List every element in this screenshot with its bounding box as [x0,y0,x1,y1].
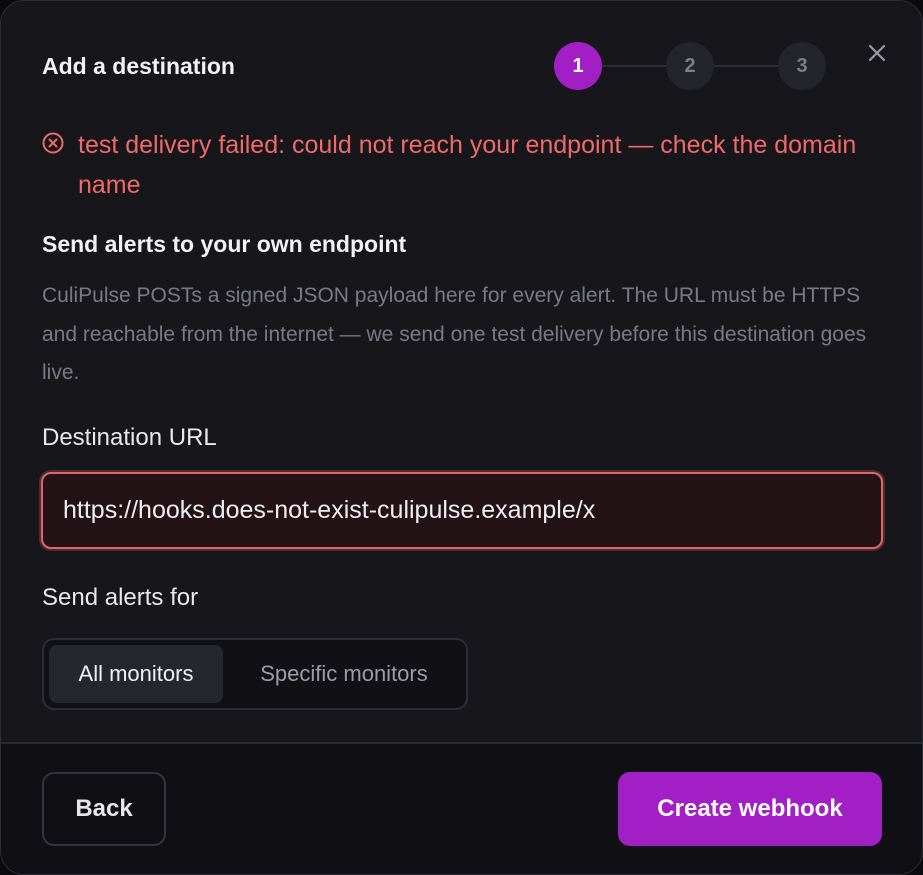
section-description: CuliPulse POSTs a signed JSON payload he… [42,284,867,384]
destination-url-label: Destination URL [42,424,217,451]
option-specific-monitors[interactable]: Specific monitors [227,645,461,703]
step-connector [602,65,666,67]
back-button[interactable]: Back [42,772,166,846]
option-all-monitors[interactable]: All monitors [49,645,223,703]
step-1: 1 [554,42,602,90]
monitor-scope-toggle: All monitors Specific monitors [42,638,468,710]
step-connector [714,65,778,67]
add-destination-dialog: Add a destination 1 2 3 test delivery fa… [0,0,923,875]
destination-url-input[interactable] [41,472,883,549]
dialog-title: Add a destination [42,53,235,79]
send-alerts-for-label: Send alerts for [42,584,199,611]
stepper: 1 2 3 [554,42,826,90]
error-message: test delivery failed: could not reach yo… [78,131,857,199]
close-icon[interactable] [865,39,889,67]
dialog-footer: Back Create webhook [1,744,922,874]
step-3: 3 [778,42,826,90]
section-title: Send alerts to your own endpoint [42,231,407,257]
error-circle-icon [42,132,64,154]
step-2: 2 [666,42,714,90]
error-banner: test delivery failed: could not reach yo… [42,125,872,205]
create-webhook-button[interactable]: Create webhook [618,772,882,846]
dialog-header: Add a destination 1 2 3 [42,41,892,91]
